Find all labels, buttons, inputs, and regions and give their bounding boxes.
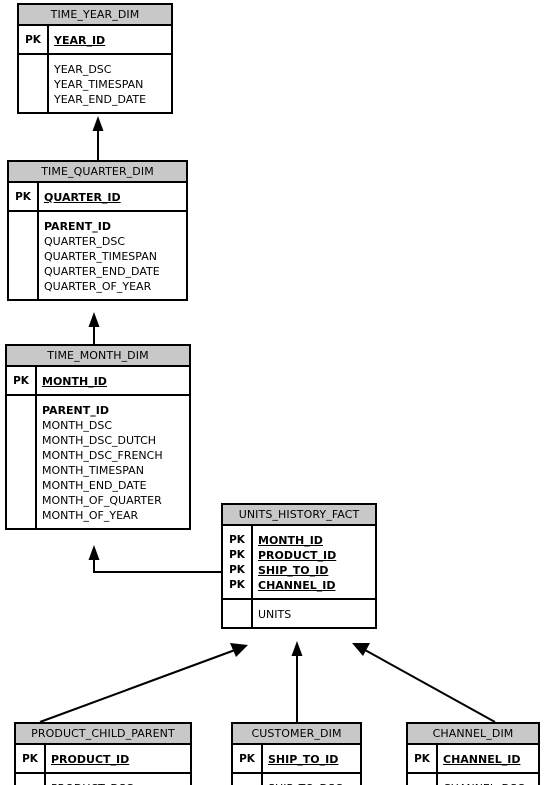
pk-tag: PK xyxy=(15,191,31,203)
entity-attribute-section: PARENT_ID QUARTER_DSC QUARTER_TIMESPAN Q… xyxy=(9,212,186,299)
key-field: MONTH_ID xyxy=(42,375,107,388)
key-field: MONTH_ID xyxy=(258,534,323,547)
attribute-field: QUARTER_DSC xyxy=(44,235,126,248)
attribute-field: QUARTER_OF_YEAR xyxy=(44,280,152,293)
relationship-fact-to-month xyxy=(88,545,221,573)
relationship-quarter-to-year xyxy=(92,116,104,160)
attribute-field: YEAR_TIMESPAN xyxy=(54,78,144,91)
relationship-customer-to-fact xyxy=(291,641,303,722)
entity-title: TIME_YEAR_DIM xyxy=(19,5,171,26)
entity-channel-dim[interactable]: CHANNEL_DIM PK CHANNEL_ID CHANNEL_DSC xyxy=(406,722,540,785)
key-field: QUARTER_ID xyxy=(44,191,121,204)
er-diagram-canvas: TIME_YEAR_DIM PK YEAR_ID YEAR_DSC YEAR_T… xyxy=(0,0,544,785)
entity-time-month-dim[interactable]: TIME_MONTH_DIM PK MONTH_ID PARENT_ID MON… xyxy=(5,344,191,530)
pk-tag: PK xyxy=(229,549,245,561)
attribute-field: PRODUCT_DSC xyxy=(46,781,190,785)
entity-time-quarter-dim[interactable]: TIME_QUARTER_DIM PK QUARTER_ID PARENT_ID… xyxy=(7,160,188,301)
entity-customer-dim[interactable]: CUSTOMER_DIM PK SHIP_TO_ID SHIP_TO_DSC xyxy=(231,722,362,785)
entity-attribute-section: CHANNEL_DSC xyxy=(408,774,538,785)
pk-tag: PK xyxy=(22,753,38,765)
relationship-month-to-quarter xyxy=(88,312,100,344)
entity-attribute-section: UNITS xyxy=(223,600,375,627)
pk-tag: PK xyxy=(229,534,245,546)
entity-key-section: PK QUARTER_ID xyxy=(9,183,186,212)
key-field: PRODUCT_ID xyxy=(51,753,130,766)
attribute-field: MONTH_OF_QUARTER xyxy=(42,494,162,507)
key-field: YEAR_ID xyxy=(54,34,106,47)
entity-time-year-dim[interactable]: TIME_YEAR_DIM PK YEAR_ID YEAR_DSC YEAR_T… xyxy=(17,3,173,114)
attribute-field: MONTH_DSC_DUTCH xyxy=(42,434,157,447)
attribute-field: MONTH_DSC xyxy=(42,419,113,432)
pk-tag: PK xyxy=(25,34,41,46)
key-field: CHANNEL_ID xyxy=(443,753,521,766)
key-field: CHANNEL_ID xyxy=(258,579,336,592)
entity-key-section: PK CHANNEL_ID xyxy=(408,745,538,774)
entity-title: CUSTOMER_DIM xyxy=(233,724,360,745)
attribute-field: MONTH_END_DATE xyxy=(42,479,147,492)
entity-key-section: PK MONTH_ID xyxy=(7,367,189,396)
entity-attribute-section: YEAR_DSC YEAR_TIMESPAN YEAR_END_DATE xyxy=(19,55,171,112)
entity-units-history-fact[interactable]: UNITS_HISTORY_FACT PK PK PK PK MONTH_ID … xyxy=(221,503,377,629)
attribute-field: CHANNEL_DSC xyxy=(438,781,538,785)
entity-key-section: PK SHIP_TO_ID xyxy=(233,745,360,774)
entity-product-child-parent[interactable]: PRODUCT_CHILD_PARENT PK PRODUCT_ID PROD xyxy=(14,722,192,785)
pk-tag: PK xyxy=(229,564,245,576)
entity-title: CHANNEL_DIM xyxy=(408,724,538,745)
pk-tag: PK xyxy=(229,579,245,591)
key-field: SHIP_TO_ID xyxy=(268,753,339,766)
entity-title: UNITS_HISTORY_FACT xyxy=(223,505,375,526)
attribute-field: MONTH_TIMESPAN xyxy=(42,464,144,477)
entity-key-section: PK PRODUCT_ID xyxy=(16,745,190,774)
attribute-field: UNITS xyxy=(258,608,292,621)
pk-tag: PK xyxy=(239,753,255,765)
attribute-field: SHIP_TO_DSC xyxy=(263,781,360,785)
entity-attribute-section: PRODUCT_DSC xyxy=(16,774,190,785)
entity-title: PRODUCT_CHILD_PARENT xyxy=(16,724,190,745)
pk-tag: PK xyxy=(13,375,29,387)
attribute-field: YEAR_END_DATE xyxy=(54,93,147,106)
attribute-field: QUARTER_END_DATE xyxy=(44,265,160,278)
attribute-field: YEAR_DSC xyxy=(54,63,112,76)
attribute-field: MONTH_DSC_FRENCH xyxy=(42,449,163,462)
attribute-field: MONTH_OF_YEAR xyxy=(42,509,139,522)
pk-tag: PK xyxy=(414,753,430,765)
relationship-product-to-fact xyxy=(39,643,248,723)
entity-key-section: PK YEAR_ID xyxy=(19,26,171,55)
key-field: PRODUCT_ID xyxy=(258,549,337,562)
attribute-field: PARENT_ID xyxy=(42,404,109,417)
entity-attribute-section: PARENT_ID MONTH_DSC MONTH_DSC_DUTCH MONT… xyxy=(7,396,189,528)
entity-title: TIME_MONTH_DIM xyxy=(7,346,189,367)
entity-key-section: PK PK PK PK MONTH_ID PRODUCT_ID SHIP_TO_… xyxy=(223,526,375,600)
key-field: SHIP_TO_ID xyxy=(258,564,329,577)
entity-attribute-section: SHIP_TO_DSC xyxy=(233,774,360,785)
entity-title: TIME_QUARTER_DIM xyxy=(9,162,186,183)
attribute-field: PARENT_ID xyxy=(44,220,111,233)
attribute-field: QUARTER_TIMESPAN xyxy=(44,250,157,263)
relationship-channel-to-fact xyxy=(352,643,496,723)
